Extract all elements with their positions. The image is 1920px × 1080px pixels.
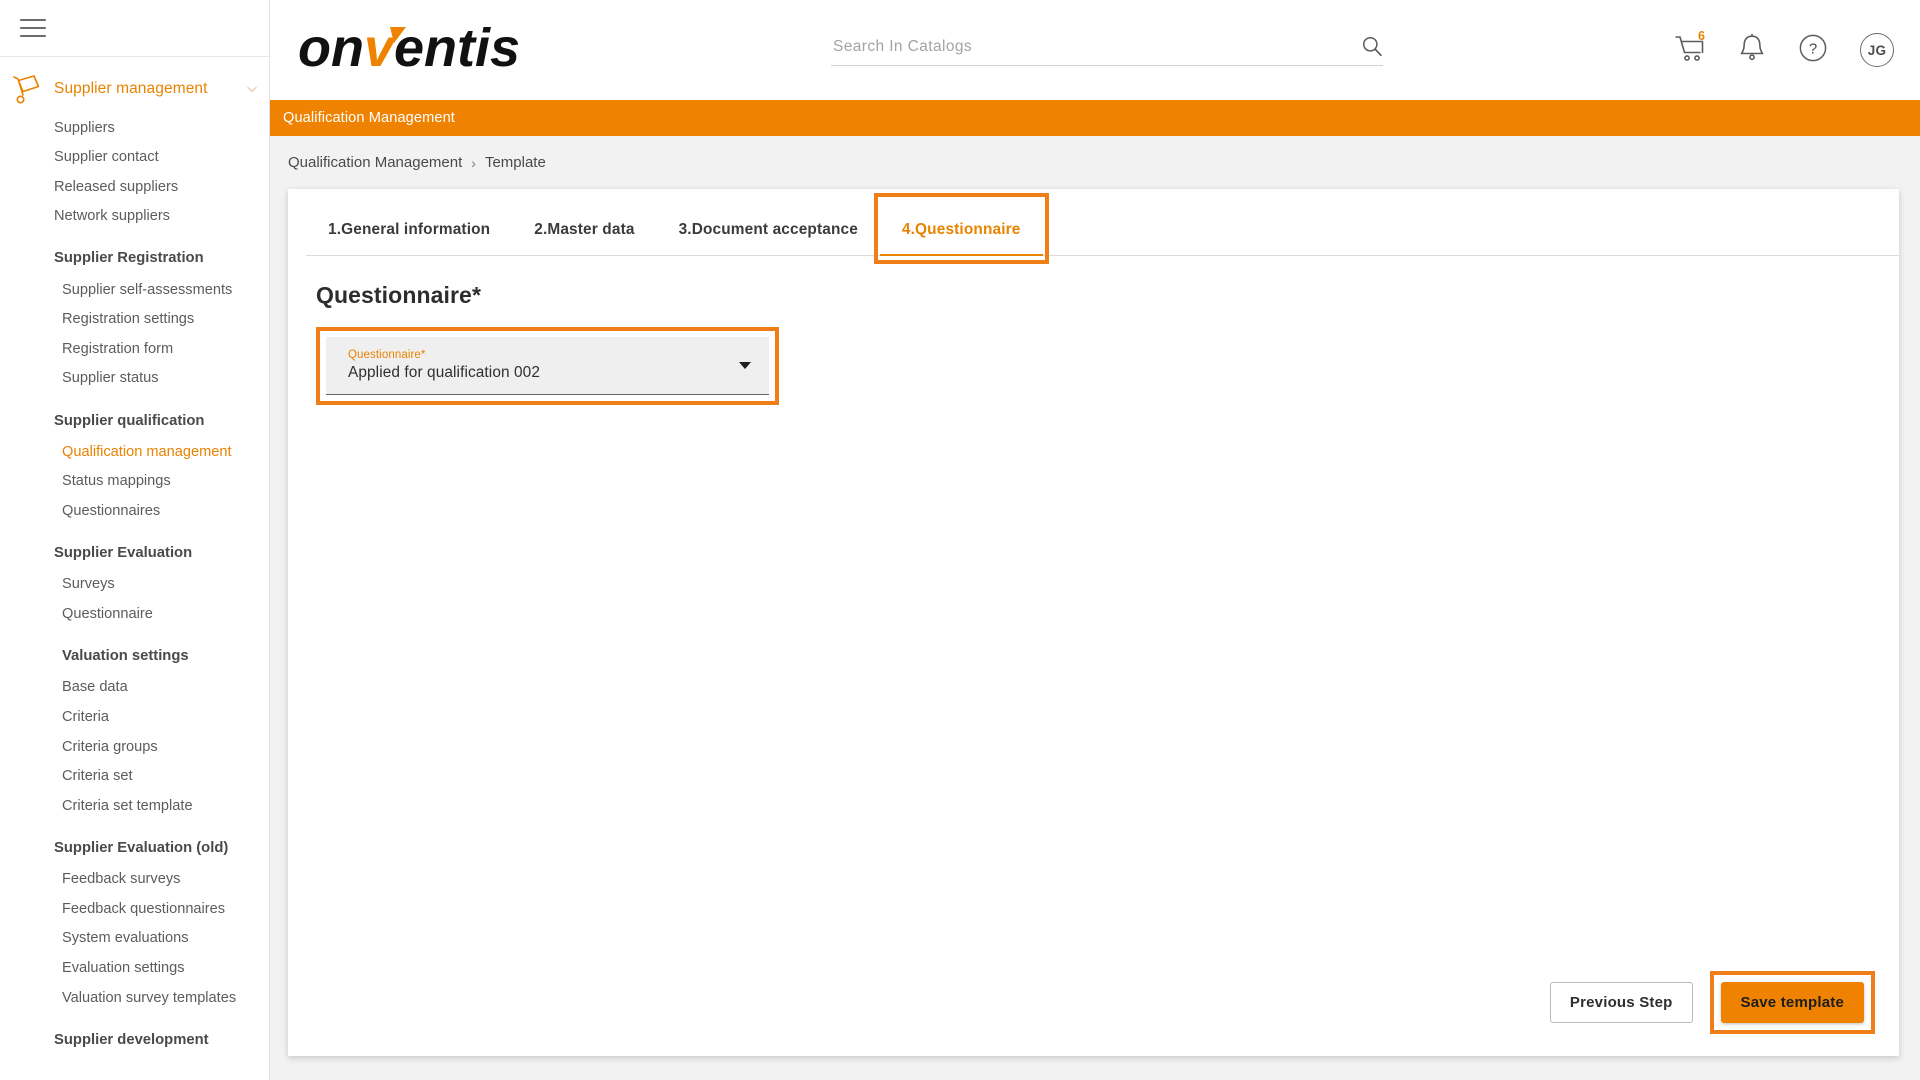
sidebar-group-heading: Valuation settings [0, 640, 269, 673]
sidebar-nav-scroll[interactable]: Supplier management SuppliersSupplier co… [0, 57, 269, 1080]
questionnaire-select-label: Questionnaire* [348, 349, 739, 361]
avatar-initials: JG [1868, 43, 1887, 58]
save-template-highlight: Save template [1710, 971, 1875, 1034]
sidebar-item-status-mappings[interactable]: Status mappings [0, 467, 269, 497]
app-header: on v entis [270, 0, 1920, 100]
sidebar-group-heading: Supplier Evaluation (old) [0, 832, 269, 865]
questionnaire-select-texts: Questionnaire* Applied for qualification… [348, 349, 739, 382]
chevron-down-icon[interactable] [245, 82, 259, 96]
sidebar-item-supplier-contact[interactable]: Supplier contact [0, 143, 269, 173]
sidebar-item-criteria-set-template[interactable]: Criteria set template [0, 791, 269, 821]
sidebar-item-criteria[interactable]: Criteria [0, 703, 269, 733]
sidebar-item-qualification-management[interactable]: Qualification management [0, 437, 269, 467]
sidebar-group-gap [0, 526, 269, 537]
svg-text:on: on [298, 19, 364, 78]
sidebar-group-heading: Supplier development [0, 1024, 269, 1057]
header-icons: 6 ? [1674, 33, 1894, 68]
sidebar-item-surveys[interactable]: Surveys [0, 570, 269, 600]
sidebar-group-gap [0, 821, 269, 832]
page-title: Questionnaire* [316, 282, 1899, 309]
sidebar-group-gap [0, 1013, 269, 1024]
sidebar-item-feedback-surveys[interactable]: Feedback surveys [0, 865, 269, 895]
sidebar-group-heading: Supplier qualification [0, 405, 269, 438]
tab-master-data[interactable]: 2.Master data [512, 207, 656, 256]
hamburger-icon[interactable] [20, 19, 46, 37]
search-box[interactable] [831, 35, 1383, 66]
previous-step-button[interactable]: Previous Step [1550, 982, 1693, 1023]
module-title-bar: Qualification Management [270, 100, 1920, 136]
questionnaire-select[interactable]: Questionnaire* Applied for qualification… [326, 337, 769, 395]
tab-bar: 1.General information 2.Master data 3.Do… [288, 189, 1899, 256]
main-area: on v entis [270, 0, 1920, 1080]
notification-bell-icon[interactable] [1738, 33, 1766, 68]
tab-questionnaire[interactable]: 4.Questionnaire [880, 207, 1043, 256]
hand-truck-icon [10, 73, 44, 105]
sidebar-item-questionnaire[interactable]: Questionnaire [0, 600, 269, 630]
sidebar: Supplier management SuppliersSupplier co… [0, 0, 270, 1080]
shopping-cart-icon[interactable]: 6 [1674, 33, 1706, 68]
breadcrumb: Qualification Management › Template [270, 136, 1920, 189]
sidebar-item-criteria-groups[interactable]: Criteria groups [0, 732, 269, 762]
tab-bar-filler [1043, 207, 1900, 256]
sidebar-item-feedback-questionnaires[interactable]: Feedback questionnaires [0, 894, 269, 924]
sidebar-groups: SuppliersSupplier contactReleased suppli… [0, 113, 269, 1056]
module-title: Qualification Management [283, 110, 455, 126]
content-card: 1.General information 2.Master data 3.Do… [288, 189, 1899, 1056]
sidebar-item-released-suppliers[interactable]: Released suppliers [0, 172, 269, 202]
sidebar-item-supplier-self-assessments[interactable]: Supplier self-assessments [0, 275, 269, 305]
breadcrumb-item-0[interactable]: Qualification Management [288, 154, 462, 171]
breadcrumb-item-1[interactable]: Template [485, 154, 546, 171]
sidebar-group-gap [0, 394, 269, 405]
search-input[interactable] [831, 38, 1361, 58]
sidebar-root-label: Supplier management [54, 80, 235, 98]
sidebar-header [0, 0, 269, 57]
search-icon[interactable] [1361, 35, 1383, 57]
onventis-logo[interactable]: on v entis [298, 19, 578, 81]
sidebar-item-supplier-management[interactable]: Supplier management [0, 65, 269, 113]
sidebar-item-evaluation-settings[interactable]: Evaluation settings [0, 953, 269, 983]
svg-text:?: ? [1809, 40, 1817, 57]
sidebar-item-registration-form[interactable]: Registration form [0, 334, 269, 364]
search-area [578, 35, 1636, 66]
help-question-icon[interactable]: ? [1798, 33, 1828, 68]
tab-general-information[interactable]: 1.General information [306, 207, 512, 256]
sidebar-item-system-evaluations[interactable]: System evaluations [0, 924, 269, 954]
save-template-button[interactable]: Save template [1721, 982, 1864, 1023]
card-footer: Previous Step Save template [288, 971, 1899, 1056]
svg-text:entis: entis [394, 19, 520, 78]
breadcrumb-separator: › [471, 155, 476, 171]
caret-down-icon[interactable] [739, 362, 751, 369]
sidebar-group-gap [0, 629, 269, 640]
app-root: Supplier management SuppliersSupplier co… [0, 0, 1920, 1080]
sidebar-item-criteria-set[interactable]: Criteria set [0, 762, 269, 792]
tab-panel-questionnaire: Questionnaire* Questionnaire* Applied fo… [288, 256, 1899, 971]
user-avatar[interactable]: JG [1860, 33, 1894, 67]
sidebar-item-registration-settings[interactable]: Registration settings [0, 305, 269, 335]
sidebar-item-suppliers[interactable]: Suppliers [0, 113, 269, 143]
sidebar-group-gap [0, 231, 269, 242]
sidebar-group-heading: Supplier Evaluation [0, 537, 269, 570]
sidebar-item-questionnaires[interactable]: Questionnaires [0, 497, 269, 527]
sidebar-item-network-suppliers[interactable]: Network suppliers [0, 202, 269, 232]
questionnaire-select-highlight: Questionnaire* Applied for qualification… [316, 327, 779, 405]
sidebar-group-heading: Supplier Registration [0, 242, 269, 275]
sidebar-item-base-data[interactable]: Base data [0, 673, 269, 703]
sidebar-item-valuation-survey-templates[interactable]: Valuation survey templates [0, 983, 269, 1013]
questionnaire-select-value: Applied for qualification 002 [348, 364, 739, 382]
sidebar-item-supplier-status[interactable]: Supplier status [0, 364, 269, 394]
cart-badge: 6 [1698, 30, 1705, 43]
tab-document-acceptance[interactable]: 3.Document acceptance [657, 207, 880, 256]
